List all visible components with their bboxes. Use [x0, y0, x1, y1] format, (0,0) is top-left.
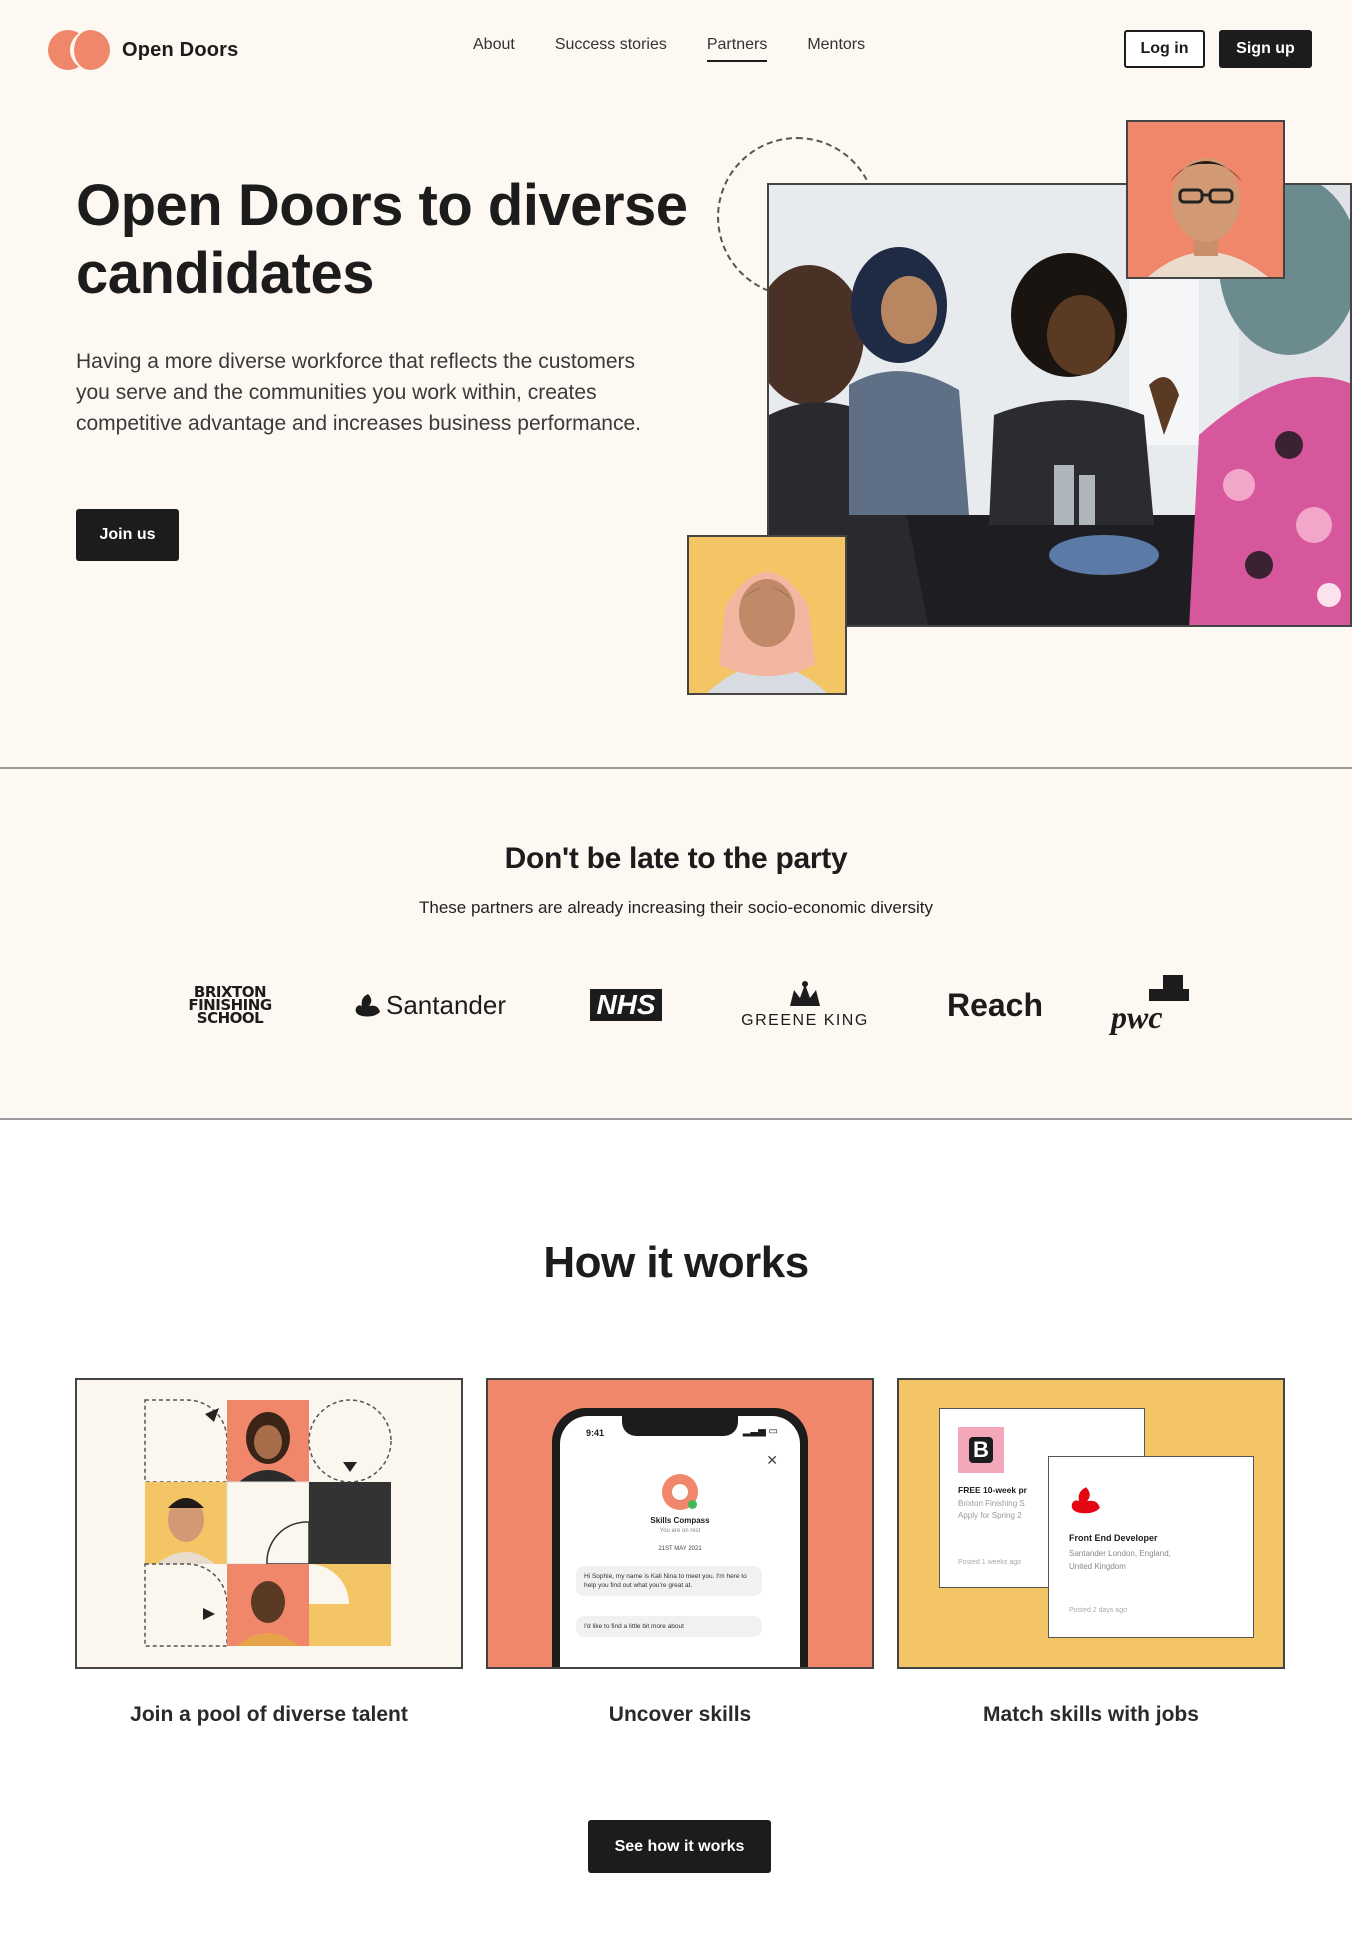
join-us-button[interactable]: Join us	[76, 509, 179, 561]
brixton-line3: SCHOOL	[196, 1008, 264, 1027]
partner-logo-santander: Santander	[350, 970, 510, 1040]
reach-wordmark: Reach	[946, 986, 1044, 1023]
greene-king-wordmark: GREENE KING	[741, 1012, 869, 1029]
nhs-wordmark: NHS	[590, 989, 662, 1021]
nav-about[interactable]: About	[473, 36, 515, 62]
app-status: You are on rest	[659, 1528, 701, 1534]
job-company: Brixton Finishing S	[958, 1499, 1025, 1508]
login-button[interactable]: Log in	[1124, 30, 1205, 68]
partners-title: Don't be late to the party	[504, 842, 848, 875]
nav-success-stories[interactable]: Success stories	[555, 36, 667, 62]
job-title: Front End Developer	[1069, 1533, 1158, 1543]
section-divider	[0, 767, 1352, 769]
main-nav: About Success stories Partners Mentors	[473, 36, 865, 62]
pwc-wordmark: pwc	[1111, 999, 1163, 1035]
logo-text: Open Doors	[122, 38, 239, 61]
logo[interactable]: Open Doors	[48, 30, 238, 70]
partner-logo-nhs: NHS	[580, 970, 672, 1040]
step-card-match-jobs: B FREE 10-week pr Brixton Finishing S Ap…	[897, 1378, 1285, 1669]
step-card-uncover-skills: 9:41 ▂▃▅ ▭ ✕ Skills Compass You are on r…	[486, 1378, 874, 1669]
hero-title: Open Doors to diverse candidates	[76, 173, 688, 306]
nav-mentors[interactable]: Mentors	[807, 36, 865, 62]
close-icon[interactable]: ✕	[766, 1452, 778, 1469]
job-posted: Posted 2 days ago	[1069, 1607, 1127, 1614]
portrait-photo-man	[1126, 120, 1285, 279]
portrait-photo-woman	[687, 535, 847, 695]
partner-logo-brixton: BRIXTON FINISHING SCHOOL	[170, 970, 290, 1040]
partner-logo-greene-king: GREENE KING	[735, 970, 875, 1040]
nav-partners[interactable]: Partners	[706, 36, 768, 62]
step-label-join-pool: Join a pool of diverse talent	[130, 1703, 408, 1726]
job-detail: United Kingdom	[1069, 1562, 1126, 1571]
brixton-logo-icon: B	[958, 1427, 1004, 1473]
chat-date: 21ST MAY 2021	[658, 1546, 702, 1552]
santander-flame-icon	[355, 994, 380, 1017]
logo-mark-icon	[48, 30, 110, 70]
skills-compass-icon	[662, 1474, 698, 1510]
signup-button[interactable]: Sign up	[1219, 30, 1312, 68]
chat-message: I'd like to find a little bit more about	[576, 1616, 762, 1637]
app-name: Skills Compass	[650, 1516, 710, 1525]
step-label-match-jobs: Match skills with jobs	[983, 1703, 1199, 1726]
partners-subtitle: These partners are already increasing th…	[418, 898, 933, 917]
hero-description: Having a more diverse workforce that ref…	[76, 350, 641, 435]
santander-flame-icon	[1071, 1487, 1100, 1514]
phone-time: 9:41	[586, 1428, 605, 1438]
job-company: Santander London, England,	[1069, 1549, 1171, 1558]
see-how-it-works-button[interactable]: See how it works	[588, 1820, 771, 1873]
santander-wordmark: Santander	[386, 989, 506, 1020]
chat-message: Hi Sophie, my name is Kali Nina to meet …	[576, 1566, 762, 1596]
greene-king-crest-icon	[790, 981, 820, 1006]
phone-mockup: 9:41 ▂▃▅ ▭ ✕ Skills Compass You are on r…	[552, 1408, 808, 1667]
talent-grid-illustration	[77, 1380, 461, 1667]
site-header: Open Doors About Success stories Partner…	[0, 0, 1352, 100]
job-title: FREE 10-week pr	[958, 1485, 1027, 1495]
job-card[interactable]: Front End Developer Santander London, En…	[1048, 1456, 1254, 1638]
partner-logo-reach: Reach	[935, 970, 1055, 1040]
step-label-uncover-skills: Uncover skills	[608, 1703, 752, 1726]
step-card-join-pool	[75, 1378, 463, 1669]
partner-logo-pwc: pwc	[1100, 970, 1200, 1040]
job-detail: Apply for Spring 2	[958, 1511, 1022, 1520]
job-posted: Posted 1 weeks ago	[958, 1559, 1022, 1566]
signal-battery-icon: ▂▃▅ ▭	[742, 1426, 778, 1437]
how-it-works-title: How it works	[543, 1238, 809, 1287]
